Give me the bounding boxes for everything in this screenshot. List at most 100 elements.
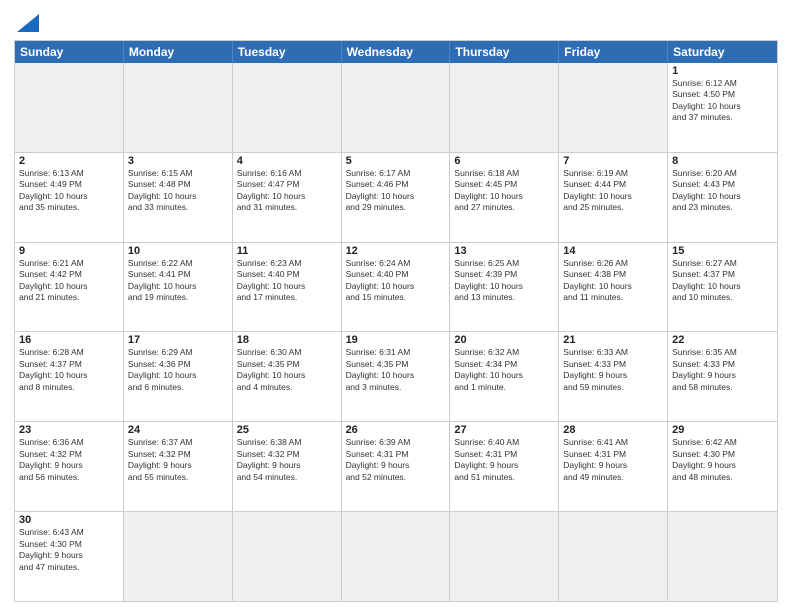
day-number: 3 (128, 155, 228, 167)
day-info: Sunrise: 6:40 AM Sunset: 4:31 PM Dayligh… (454, 437, 554, 483)
day-number: 1 (672, 65, 773, 77)
day-info: Sunrise: 6:43 AM Sunset: 4:30 PM Dayligh… (19, 527, 119, 573)
calendar-cell: 29Sunrise: 6:42 AM Sunset: 4:30 PM Dayli… (668, 422, 777, 511)
day-number: 27 (454, 424, 554, 436)
day-info: Sunrise: 6:35 AM Sunset: 4:33 PM Dayligh… (672, 347, 773, 393)
calendar-cell (233, 512, 342, 601)
day-number: 25 (237, 424, 337, 436)
calendar-cell: 14Sunrise: 6:26 AM Sunset: 4:38 PM Dayli… (559, 243, 668, 332)
day-info: Sunrise: 6:37 AM Sunset: 4:32 PM Dayligh… (128, 437, 228, 483)
calendar-cell: 1Sunrise: 6:12 AM Sunset: 4:50 PM Daylig… (668, 63, 777, 152)
calendar-header-cell: Friday (559, 41, 668, 63)
calendar-header-cell: Wednesday (342, 41, 451, 63)
day-info: Sunrise: 6:20 AM Sunset: 4:43 PM Dayligh… (672, 168, 773, 214)
day-info: Sunrise: 6:15 AM Sunset: 4:48 PM Dayligh… (128, 168, 228, 214)
day-info: Sunrise: 6:29 AM Sunset: 4:36 PM Dayligh… (128, 347, 228, 393)
calendar-cell: 4Sunrise: 6:16 AM Sunset: 4:47 PM Daylig… (233, 153, 342, 242)
calendar-cell: 28Sunrise: 6:41 AM Sunset: 4:31 PM Dayli… (559, 422, 668, 511)
calendar-cell (342, 512, 451, 601)
calendar-cell: 13Sunrise: 6:25 AM Sunset: 4:39 PM Dayli… (450, 243, 559, 332)
logo-icon (17, 14, 39, 32)
day-number: 14 (563, 245, 663, 257)
day-info: Sunrise: 6:33 AM Sunset: 4:33 PM Dayligh… (563, 347, 663, 393)
day-number: 19 (346, 334, 446, 346)
calendar-cell: 2Sunrise: 6:13 AM Sunset: 4:49 PM Daylig… (15, 153, 124, 242)
calendar-header-cell: Thursday (450, 41, 559, 63)
day-info: Sunrise: 6:38 AM Sunset: 4:32 PM Dayligh… (237, 437, 337, 483)
calendar-cell: 12Sunrise: 6:24 AM Sunset: 4:40 PM Dayli… (342, 243, 451, 332)
page: SundayMondayTuesdayWednesdayThursdayFrid… (0, 0, 792, 612)
calendar-row: 9Sunrise: 6:21 AM Sunset: 4:42 PM Daylig… (15, 242, 777, 332)
day-info: Sunrise: 6:17 AM Sunset: 4:46 PM Dayligh… (346, 168, 446, 214)
day-info: Sunrise: 6:31 AM Sunset: 4:35 PM Dayligh… (346, 347, 446, 393)
day-info: Sunrise: 6:27 AM Sunset: 4:37 PM Dayligh… (672, 258, 773, 304)
day-number: 12 (346, 245, 446, 257)
day-info: Sunrise: 6:21 AM Sunset: 4:42 PM Dayligh… (19, 258, 119, 304)
day-number: 7 (563, 155, 663, 167)
calendar-cell: 30Sunrise: 6:43 AM Sunset: 4:30 PM Dayli… (15, 512, 124, 601)
calendar-row: 2Sunrise: 6:13 AM Sunset: 4:49 PM Daylig… (15, 152, 777, 242)
day-number: 16 (19, 334, 119, 346)
calendar-cell: 26Sunrise: 6:39 AM Sunset: 4:31 PM Dayli… (342, 422, 451, 511)
calendar-header-cell: Saturday (668, 41, 777, 63)
day-info: Sunrise: 6:32 AM Sunset: 4:34 PM Dayligh… (454, 347, 554, 393)
day-info: Sunrise: 6:12 AM Sunset: 4:50 PM Dayligh… (672, 78, 773, 124)
calendar-body: 1Sunrise: 6:12 AM Sunset: 4:50 PM Daylig… (15, 63, 777, 601)
calendar-row: 30Sunrise: 6:43 AM Sunset: 4:30 PM Dayli… (15, 511, 777, 601)
calendar-cell: 27Sunrise: 6:40 AM Sunset: 4:31 PM Dayli… (450, 422, 559, 511)
day-info: Sunrise: 6:24 AM Sunset: 4:40 PM Dayligh… (346, 258, 446, 304)
day-info: Sunrise: 6:16 AM Sunset: 4:47 PM Dayligh… (237, 168, 337, 214)
calendar-cell: 16Sunrise: 6:28 AM Sunset: 4:37 PM Dayli… (15, 332, 124, 421)
day-number: 24 (128, 424, 228, 436)
calendar-header: SundayMondayTuesdayWednesdayThursdayFrid… (15, 41, 777, 63)
day-number: 26 (346, 424, 446, 436)
day-info: Sunrise: 6:18 AM Sunset: 4:45 PM Dayligh… (454, 168, 554, 214)
day-info: Sunrise: 6:39 AM Sunset: 4:31 PM Dayligh… (346, 437, 446, 483)
calendar-cell: 23Sunrise: 6:36 AM Sunset: 4:32 PM Dayli… (15, 422, 124, 511)
calendar-cell: 7Sunrise: 6:19 AM Sunset: 4:44 PM Daylig… (559, 153, 668, 242)
calendar-cell: 11Sunrise: 6:23 AM Sunset: 4:40 PM Dayli… (233, 243, 342, 332)
calendar-cell (124, 63, 233, 152)
calendar: SundayMondayTuesdayWednesdayThursdayFrid… (14, 40, 778, 602)
day-info: Sunrise: 6:28 AM Sunset: 4:37 PM Dayligh… (19, 347, 119, 393)
calendar-cell: 8Sunrise: 6:20 AM Sunset: 4:43 PM Daylig… (668, 153, 777, 242)
header (14, 10, 778, 34)
day-number: 4 (237, 155, 337, 167)
day-number: 6 (454, 155, 554, 167)
calendar-cell: 17Sunrise: 6:29 AM Sunset: 4:36 PM Dayli… (124, 332, 233, 421)
day-number: 13 (454, 245, 554, 257)
calendar-cell: 15Sunrise: 6:27 AM Sunset: 4:37 PM Dayli… (668, 243, 777, 332)
calendar-cell (668, 512, 777, 601)
day-number: 20 (454, 334, 554, 346)
day-number: 17 (128, 334, 228, 346)
day-info: Sunrise: 6:25 AM Sunset: 4:39 PM Dayligh… (454, 258, 554, 304)
day-number: 21 (563, 334, 663, 346)
day-number: 23 (19, 424, 119, 436)
day-number: 2 (19, 155, 119, 167)
calendar-cell: 22Sunrise: 6:35 AM Sunset: 4:33 PM Dayli… (668, 332, 777, 421)
calendar-cell: 20Sunrise: 6:32 AM Sunset: 4:34 PM Dayli… (450, 332, 559, 421)
day-info: Sunrise: 6:22 AM Sunset: 4:41 PM Dayligh… (128, 258, 228, 304)
day-number: 28 (563, 424, 663, 436)
calendar-row: 16Sunrise: 6:28 AM Sunset: 4:37 PM Dayli… (15, 331, 777, 421)
day-number: 11 (237, 245, 337, 257)
day-info: Sunrise: 6:36 AM Sunset: 4:32 PM Dayligh… (19, 437, 119, 483)
calendar-cell: 3Sunrise: 6:15 AM Sunset: 4:48 PM Daylig… (124, 153, 233, 242)
calendar-cell (450, 512, 559, 601)
day-number: 8 (672, 155, 773, 167)
day-number: 9 (19, 245, 119, 257)
calendar-cell (559, 512, 668, 601)
day-info: Sunrise: 6:30 AM Sunset: 4:35 PM Dayligh… (237, 347, 337, 393)
calendar-cell: 24Sunrise: 6:37 AM Sunset: 4:32 PM Dayli… (124, 422, 233, 511)
calendar-cell: 10Sunrise: 6:22 AM Sunset: 4:41 PM Dayli… (124, 243, 233, 332)
day-info: Sunrise: 6:42 AM Sunset: 4:30 PM Dayligh… (672, 437, 773, 483)
day-number: 18 (237, 334, 337, 346)
calendar-cell: 5Sunrise: 6:17 AM Sunset: 4:46 PM Daylig… (342, 153, 451, 242)
calendar-cell (450, 63, 559, 152)
calendar-row: 1Sunrise: 6:12 AM Sunset: 4:50 PM Daylig… (15, 63, 777, 152)
calendar-cell (124, 512, 233, 601)
logo (14, 14, 39, 34)
day-number: 29 (672, 424, 773, 436)
calendar-cell: 25Sunrise: 6:38 AM Sunset: 4:32 PM Dayli… (233, 422, 342, 511)
day-number: 30 (19, 514, 119, 526)
